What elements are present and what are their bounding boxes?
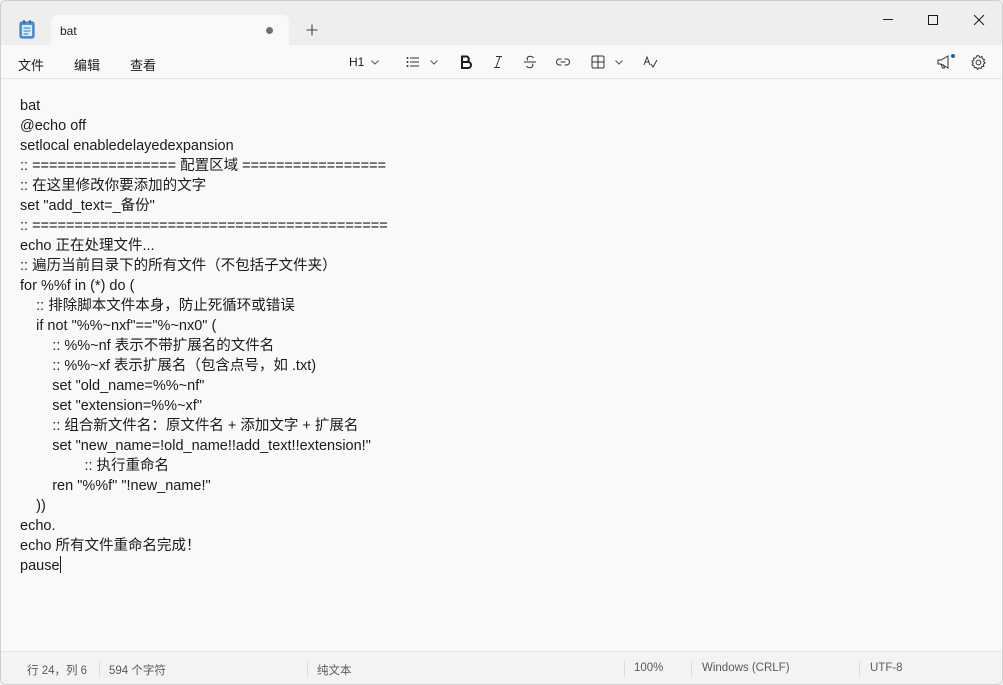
close-icon xyxy=(973,14,985,26)
table-icon xyxy=(591,55,605,69)
cursor-position[interactable]: 行 24，列 6 xyxy=(27,662,87,678)
menu-file[interactable]: 文件 xyxy=(18,55,44,74)
heading-label: H1 xyxy=(349,55,365,69)
chevron-down-icon xyxy=(615,60,623,65)
text-line: echo 所有文件重命名完成！ xyxy=(20,538,201,554)
text-line: :: 排除脚本文件本身，防止死循环或错误 xyxy=(20,298,295,314)
text-line: :: =====================================… xyxy=(20,218,388,234)
plus-icon xyxy=(306,24,318,36)
text-line: ren "%%f" "!new_name!" xyxy=(20,478,211,494)
new-tab-button[interactable] xyxy=(303,21,321,39)
link-icon xyxy=(556,58,570,66)
text-line: @echo off xyxy=(20,118,87,134)
status-bar: 行 24，列 6 594 个字符 纯文本 100% Windows (CRLF)… xyxy=(1,651,1002,684)
minimize-icon xyxy=(883,19,893,20)
gear-icon xyxy=(971,54,986,70)
text-line: for %%f in (*) do ( xyxy=(20,278,135,294)
toolbar: 文件 编辑 查看 H1 xyxy=(1,45,1002,79)
strikethrough-button[interactable] xyxy=(522,51,538,73)
text-line: set "new_name=!old_name!!add_text!!exten… xyxy=(20,438,371,454)
text-editor[interactable]: bat @echo off setlocal enabledelayedexpans… xyxy=(1,79,1002,651)
text-line: :: %%~xf 表示扩展名（包含点号，如 .txt) xyxy=(20,358,317,374)
text-line: )) xyxy=(20,498,46,514)
status-divider xyxy=(859,661,860,676)
minimize-button[interactable] xyxy=(876,9,900,31)
maximize-icon xyxy=(928,15,938,25)
text-line: :: 在这里修改你要添加的文字 xyxy=(20,178,207,194)
status-divider xyxy=(691,661,692,676)
document-text[interactable]: bat @echo off setlocal enabledelayedexpans… xyxy=(20,96,388,576)
bold-icon xyxy=(461,55,472,69)
clear-format-icon xyxy=(643,55,658,68)
text-line: echo 正在处理文件... xyxy=(20,238,155,254)
title-bar: bat xyxy=(1,1,1002,46)
strikethrough-icon xyxy=(524,55,536,69)
text-line: bat xyxy=(20,98,41,114)
maximize-button[interactable] xyxy=(921,9,945,31)
bold-button[interactable] xyxy=(458,51,474,73)
menu-view[interactable]: 查看 xyxy=(130,55,156,74)
character-count: 594 个字符 xyxy=(109,665,166,677)
zoom-level[interactable]: 100% xyxy=(634,662,663,674)
text-line: pause xyxy=(20,556,61,574)
list-dropdown[interactable] xyxy=(405,51,439,73)
notepad-icon xyxy=(19,19,35,39)
text-line: set "old_name=%%~nf" xyxy=(20,378,205,394)
status-divider xyxy=(307,661,308,676)
heading-dropdown[interactable]: H1 xyxy=(349,51,380,73)
chevron-down-icon xyxy=(371,60,380,65)
text-line: :: %%~nf 表示不带扩展名的文件名 xyxy=(20,338,275,354)
document-tab[interactable]: bat xyxy=(51,15,289,46)
text-line: :: 组合新文件名：原文件名 + 添加文字 + 扩展名 xyxy=(20,418,359,434)
text-caret xyxy=(59,556,61,573)
announcement-icon xyxy=(937,54,955,69)
line-ending[interactable]: Windows (CRLF) xyxy=(702,662,790,674)
text-line: setlocal enabledelayedexpansion xyxy=(20,138,234,154)
close-button[interactable] xyxy=(967,9,991,31)
tab-title: bat xyxy=(60,24,77,38)
clear-format-button[interactable] xyxy=(642,51,658,73)
notepad-window: bat 文件 编辑 查看 H1 bat @echo off setlocal e… xyxy=(0,0,1003,685)
italic-icon xyxy=(494,56,502,68)
text-line: set "extension=%%~xf" xyxy=(20,398,202,414)
text-format[interactable]: 纯文本 xyxy=(317,662,352,678)
unsaved-dot-icon[interactable] xyxy=(266,27,273,34)
text-line: :: 执行重命名 xyxy=(20,458,170,474)
italic-button[interactable] xyxy=(490,51,506,73)
status-divider xyxy=(624,661,625,676)
status-divider xyxy=(99,661,100,676)
chevron-down-icon xyxy=(430,60,438,65)
text-line: echo. xyxy=(20,518,56,534)
text-line: if not "%%~nxf"=="%~nx0" ( xyxy=(20,318,217,334)
text-line: set "add_text=_备份" xyxy=(20,198,155,214)
encoding[interactable]: UTF-8 xyxy=(870,662,903,674)
link-button[interactable] xyxy=(555,51,571,73)
announcement-button[interactable] xyxy=(936,51,956,73)
table-dropdown[interactable] xyxy=(590,51,624,73)
text-line: :: ================= 配置区域 ==============… xyxy=(20,158,387,174)
list-icon xyxy=(406,57,419,67)
text-line: :: 遍历当前目录下的所有文件（不包括子文件夹） xyxy=(20,258,337,274)
menu-edit[interactable]: 编辑 xyxy=(74,55,100,74)
settings-button[interactable] xyxy=(970,51,987,73)
